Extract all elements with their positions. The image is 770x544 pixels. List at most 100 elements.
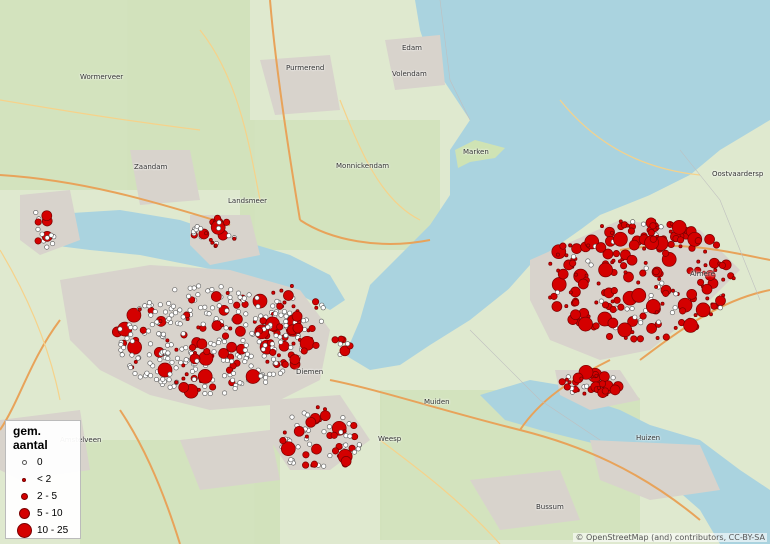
marker-count — [276, 302, 284, 310]
marker-count — [568, 290, 573, 295]
marker-zero — [216, 219, 222, 225]
legend-item-2-5: 2 - 5 — [11, 488, 75, 505]
marker-count — [704, 234, 715, 245]
marker-count — [196, 338, 208, 350]
map-attribution[interactable]: © OpenStreetMap (and) contributors, CC-B… — [573, 533, 767, 542]
marker-zero — [209, 286, 215, 292]
marker-zero — [198, 226, 204, 232]
marker-count — [662, 333, 670, 341]
marker-zero — [272, 311, 278, 317]
marker-count — [731, 276, 736, 281]
marker-zero — [222, 390, 228, 396]
marker-count — [649, 235, 657, 243]
marker-count — [703, 263, 708, 268]
marker-zero — [261, 353, 267, 359]
marker-count — [139, 326, 147, 334]
marker-count — [613, 231, 628, 247]
marker-count — [578, 316, 593, 332]
marker-zero — [345, 341, 351, 347]
marker-zero — [149, 322, 155, 328]
marker-zero — [610, 375, 616, 381]
marker-count — [289, 284, 294, 288]
marker-count — [282, 300, 287, 305]
marker-count — [584, 273, 589, 278]
legend-symbol-5-10 — [18, 508, 30, 519]
marker-zero — [147, 360, 153, 366]
marker-count — [197, 369, 213, 384]
marker-count — [223, 218, 231, 226]
marker-zero — [656, 319, 662, 325]
marker-zero — [267, 371, 273, 377]
marker-zero — [337, 341, 343, 347]
marker-zero — [222, 373, 228, 379]
marker-count — [598, 262, 613, 278]
legend-title: gem. aantal — [13, 424, 48, 452]
marker-count — [630, 330, 635, 335]
marker-count — [551, 301, 563, 312]
marker-count — [595, 242, 607, 253]
marker-count — [208, 237, 213, 242]
marker-zero — [254, 295, 260, 301]
marker-count — [225, 291, 230, 295]
marker-zero — [183, 345, 189, 351]
marker-zero — [175, 355, 181, 361]
marker-zero — [287, 310, 293, 316]
marker-zero — [198, 305, 204, 311]
marker-count — [630, 335, 638, 343]
marker-count — [34, 237, 42, 245]
marker-count — [165, 338, 170, 343]
marker-zero — [48, 232, 54, 238]
place-label-edam: Edam — [402, 44, 422, 52]
marker-zero — [278, 339, 284, 345]
marker-count — [625, 223, 630, 228]
marker-count — [351, 433, 359, 441]
marker-zero — [228, 287, 234, 293]
marker-zero — [630, 219, 636, 225]
marker-zero — [243, 342, 249, 348]
marker-count — [304, 434, 309, 439]
marker-count — [184, 372, 189, 377]
marker-count — [671, 219, 687, 235]
marker-zero — [173, 365, 179, 371]
marker-zero — [243, 322, 249, 328]
marker-zero — [248, 363, 254, 369]
marker-count — [292, 322, 304, 334]
marker-zero — [211, 342, 217, 348]
marker-zero — [269, 341, 275, 347]
marker-zero — [248, 353, 254, 359]
marker-zero — [186, 293, 192, 299]
marker-count — [652, 268, 660, 276]
osm-basemap[interactable] — [0, 0, 770, 544]
marker-zero — [129, 338, 135, 344]
marker-count — [209, 383, 217, 391]
marker-zero — [117, 326, 123, 332]
marker-count — [305, 416, 317, 428]
marker-count — [269, 348, 277, 356]
marker-zero — [200, 321, 206, 327]
marker-zero — [154, 376, 160, 382]
marker-zero — [180, 314, 186, 320]
marker-zero — [170, 303, 176, 309]
marker-count — [710, 302, 718, 310]
marker-zero — [223, 325, 229, 331]
marker-count — [282, 430, 287, 435]
marker-zero — [135, 355, 141, 361]
marker-count — [662, 289, 670, 297]
marker-zero — [672, 305, 678, 311]
marker-zero — [263, 379, 269, 385]
marker-zero — [50, 241, 56, 247]
marker-count — [631, 288, 647, 303]
marker-count — [337, 335, 345, 343]
marker-count — [310, 460, 318, 468]
marker-zero — [588, 262, 594, 268]
marker-zero — [169, 312, 175, 318]
legend-item-10-25: 10 - 25 — [11, 522, 75, 539]
legend-symbol-10-25 — [16, 523, 32, 538]
marker-zero — [277, 370, 283, 376]
marker-count — [695, 302, 711, 318]
marker-count — [555, 252, 560, 257]
marker-zero — [307, 441, 313, 447]
marker-zero — [211, 349, 217, 355]
marker-count — [599, 371, 610, 382]
marker-count — [618, 219, 623, 224]
